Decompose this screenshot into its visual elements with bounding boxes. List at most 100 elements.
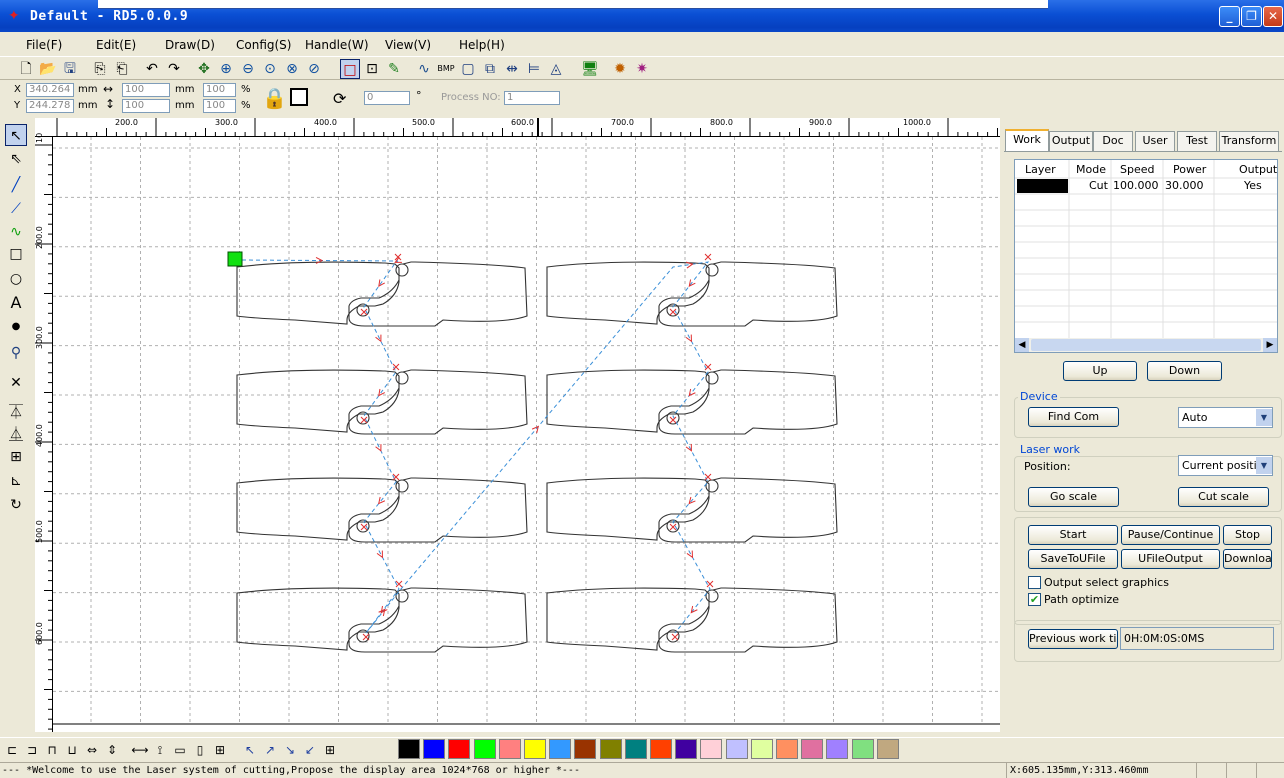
zoom-select-icon[interactable]: ⊗ [282,59,302,79]
menu-view[interactable]: View(V) [385,38,431,52]
node-edit-icon[interactable]: ⊡ [362,59,382,79]
bezier-icon[interactable]: ∿ [5,221,27,243]
rotate-tool-icon[interactable]: ↻ [5,494,27,516]
move-topright-icon[interactable]: ↗ [260,740,280,760]
menu-edit[interactable]: Edit(E) [96,38,136,52]
delete-icon[interactable]: ✕ [5,372,27,394]
previous-work-time-button[interactable]: Previous work time [1028,629,1118,649]
zoom-out-icon[interactable]: ⊖ [238,59,258,79]
chevron-down-icon[interactable]: ▼ [1256,409,1272,426]
layer-up-button[interactable]: Up [1063,361,1137,381]
export-icon[interactable]: ⎗ [112,59,132,79]
layer-down-button[interactable]: Down [1147,361,1222,381]
tab-output[interactable]: Output [1049,131,1093,151]
magic-icon[interactable]: ✹ [610,59,630,79]
align-bottom-icon[interactable]: ⊔ [62,740,82,760]
stop-button[interactable]: Stop [1223,525,1272,545]
tab-work[interactable]: Work [1005,129,1049,151]
move-bottomleft-icon[interactable]: ↙ [300,740,320,760]
node-select-icon[interactable]: ⇖ [5,148,27,170]
grid-position-icon[interactable] [290,88,308,106]
set-origin-icon[interactable]: ⊾ [5,470,27,492]
palette-swatch[interactable] [473,739,496,759]
canvas-drawing[interactable] [53,137,1000,732]
palette-swatch[interactable] [524,739,546,759]
layer-mode[interactable]: Cut [1089,179,1108,192]
mirror-v-icon[interactable]: ⏅ [5,424,27,446]
cut-scale-button[interactable]: Cut scale [1178,487,1269,507]
palette-swatch[interactable] [725,739,748,759]
save-file-icon[interactable]: 🖫 [60,59,80,79]
array-icon[interactable]: ⊞ [5,446,27,468]
palette-swatch[interactable] [650,739,672,759]
output-select-checkbox[interactable] [1028,576,1041,589]
palette-swatch[interactable] [448,739,471,759]
cut-part[interactable] [236,477,528,543]
palette-swatch[interactable] [423,739,446,759]
tab-transform[interactable]: Transform [1219,131,1279,151]
y-position-input[interactable]: 244.278 [26,99,74,113]
zoom-all-icon[interactable]: ⊘ [304,59,324,79]
redo-icon[interactable]: ↷ [164,59,184,79]
shape-icon[interactable]: ◬ [546,59,566,79]
line-icon[interactable]: ╱ [5,174,27,196]
align-hcenter-icon[interactable]: ⇔ [82,740,102,760]
palette-swatch[interactable] [498,739,521,759]
space-v-icon[interactable]: ⟟ [150,740,170,760]
x-position-input[interactable]: 340.264 [26,83,74,97]
process-input[interactable]: 1 [504,91,560,105]
scroll-left-icon[interactable]: ◀ [1015,338,1029,352]
palette-swatch[interactable] [876,739,899,759]
palette-swatch[interactable] [750,739,773,759]
download-button[interactable]: Download [1223,549,1272,569]
palette-swatch[interactable] [574,739,597,759]
palette-swatch[interactable] [826,739,849,759]
undo-icon[interactable]: ↶ [142,59,162,79]
go-scale-button[interactable]: Go scale [1028,487,1119,507]
path-optimize-checkbox[interactable]: ✔ [1028,593,1041,606]
layer-table-scrollbar[interactable]: ◀ ▶ [1015,338,1277,352]
drawing-canvas[interactable] [53,137,1000,732]
align-top-icon[interactable]: ⊓ [42,740,62,760]
curve-icon[interactable]: ∿ [414,59,434,79]
align-vcenter-icon[interactable]: ⇕ [102,740,122,760]
ufile-output-button[interactable]: UFileOutput [1121,549,1220,569]
select-rect-icon[interactable]: □ [340,59,360,79]
palette-swatch[interactable] [675,739,698,759]
tab-doc[interactable]: Doc [1093,131,1133,151]
bmp-icon[interactable]: BMP [436,59,456,79]
scale-w-input[interactable]: 100 [203,83,236,97]
zoom-page-icon[interactable]: ⊙ [260,59,280,79]
tree-icon[interactable]: ⧉ [480,59,500,79]
cut-part[interactable] [546,369,838,435]
cut-part[interactable] [236,369,528,435]
distribute-icon[interactable]: ⇹ [502,59,522,79]
menu-help[interactable]: Help(H) [459,38,505,52]
palette-swatch[interactable] [398,739,420,759]
pause-continue-button[interactable]: Pause/Continue [1121,525,1220,545]
import-icon[interactable]: ⎘ [90,59,110,79]
move-center-icon[interactable]: ⊞ [320,740,340,760]
chevron-down-icon[interactable]: ▼ [1256,457,1272,474]
move-bottomright-icon[interactable]: ↘ [280,740,300,760]
space-h-icon[interactable]: ⟷ [130,740,150,760]
palette-swatch[interactable] [549,739,572,759]
align-left-icon[interactable]: ⊏ [2,740,22,760]
scale-h-input[interactable]: 100 [203,99,236,113]
lock-icon[interactable]: 🔒 [262,86,287,110]
rotate-input[interactable]: 0 [364,91,410,105]
same-height-icon[interactable]: ▯ [190,740,210,760]
move-topleft-icon[interactable]: ↖ [240,740,260,760]
align-icon[interactable]: ⊨ [524,59,544,79]
save-to-ufile-button[interactable]: SaveToUFile [1028,549,1118,569]
menu-file[interactable]: File(F) [26,38,62,52]
com-port-select[interactable]: Auto ▼ [1178,407,1273,428]
palette-swatch[interactable] [851,739,874,759]
open-file-icon[interactable]: 📂 [38,59,58,79]
new-file-icon[interactable]: 🗋 [16,59,36,79]
text-tool-icon[interactable]: A [5,292,27,314]
cut-part[interactable] [546,261,838,327]
start-button[interactable]: Start [1028,525,1118,545]
select-arrow-icon[interactable]: ↖ [5,124,27,146]
restore-button[interactable]: ❐ [1241,6,1262,27]
